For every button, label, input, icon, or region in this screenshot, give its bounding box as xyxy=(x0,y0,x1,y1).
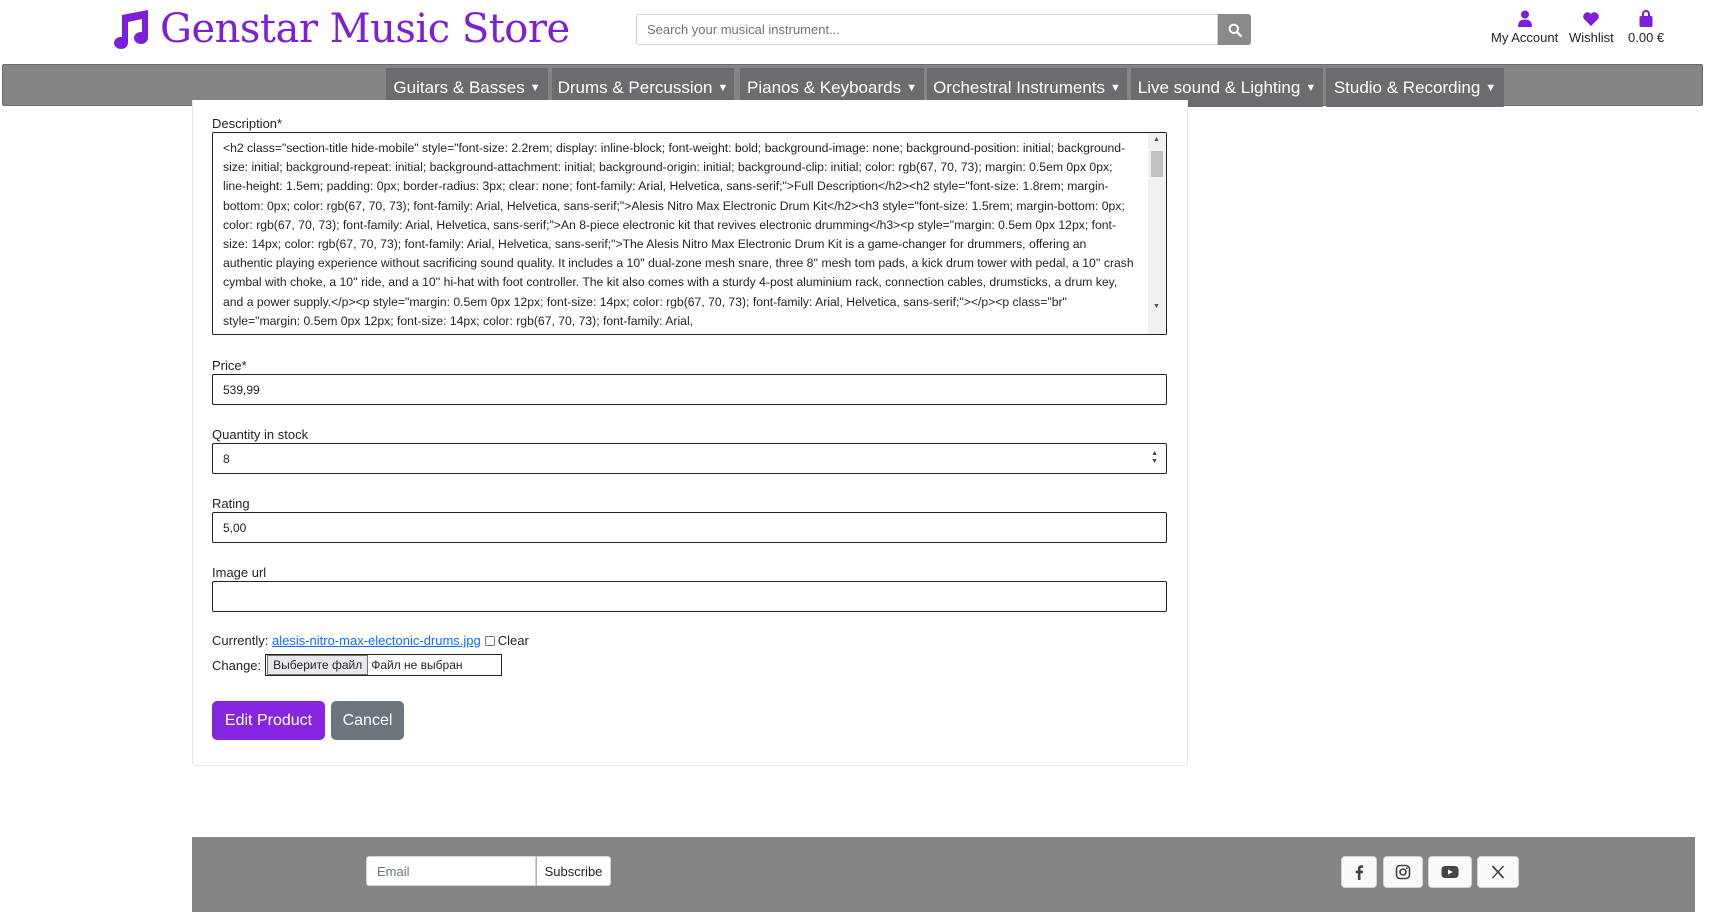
price-label: Price* xyxy=(212,358,247,373)
store-name: Genstar Music Store xyxy=(160,6,570,52)
nav-label: Studio & Recording xyxy=(1333,77,1481,97)
nav-label: Drums & Percussion xyxy=(557,77,713,97)
caret-down-icon: ▼ xyxy=(1110,81,1121,94)
user-icon xyxy=(1517,10,1532,27)
rating-input[interactable]: 5,00 xyxy=(212,512,1167,543)
instagram-button[interactable] xyxy=(1383,856,1423,888)
search-bar xyxy=(636,14,1251,45)
nav-label: Live sound & Lighting xyxy=(1137,77,1301,97)
search-input[interactable] xyxy=(636,14,1218,45)
rating-label: Rating xyxy=(212,496,250,511)
cart-link[interactable]: 0.00 € xyxy=(1628,10,1664,45)
cart-total: 0.00 € xyxy=(1628,30,1665,45)
my-account-link[interactable]: My Account xyxy=(1491,10,1558,45)
edit-product-button[interactable]: Edit Product xyxy=(212,701,325,740)
description-label: Description* xyxy=(212,116,283,131)
rating-value: 5,00 xyxy=(223,520,247,535)
email-field[interactable] xyxy=(366,856,536,886)
change-image: Change: Выберите файл Файл не выбран xyxy=(212,654,503,676)
site-header: Genstar Music Store My Account Wishlist … xyxy=(0,0,1709,64)
caret-down-icon: ▼ xyxy=(906,81,917,94)
description-scrollbar[interactable]: ▲ ▼ xyxy=(1148,133,1166,334)
nav-label: Orchestral Instruments xyxy=(933,77,1106,97)
image-url-label: Image url xyxy=(212,565,267,580)
image-url-input[interactable] xyxy=(212,581,1167,612)
scroll-down-icon[interactable]: ▼ xyxy=(1153,303,1160,310)
x-twitter-button[interactable] xyxy=(1477,856,1519,888)
store-logo[interactable]: Genstar Music Store xyxy=(108,6,570,52)
wishlist-label: Wishlist xyxy=(1569,30,1614,45)
scroll-up-icon[interactable]: ▲ xyxy=(1153,136,1160,143)
clear-checkbox[interactable] xyxy=(484,636,495,646)
choose-file-button[interactable]: Выберите файл xyxy=(267,655,369,675)
quantity-input[interactable]: 8 ▲ ▼ xyxy=(212,443,1167,474)
subscribe-button[interactable]: Subscribe xyxy=(536,856,611,886)
no-file-label: Файл не выбран xyxy=(371,658,463,672)
search-button[interactable] xyxy=(1218,14,1251,45)
current-image: Currently: alesis-nitro-max-electonic-dr… xyxy=(212,633,529,648)
facebook-icon xyxy=(1355,865,1364,880)
my-account-label: My Account xyxy=(1491,30,1559,45)
caret-down-icon: ▼ xyxy=(1485,81,1497,94)
wishlist-link[interactable]: Wishlist xyxy=(1569,10,1614,45)
instagram-icon xyxy=(1395,864,1411,880)
quantity-label: Quantity in stock xyxy=(212,427,309,442)
scroll-thumb[interactable] xyxy=(1151,151,1163,177)
price-input[interactable]: 539,99 xyxy=(212,374,1167,405)
newsletter-form: Subscribe xyxy=(366,856,611,886)
current-image-link[interactable]: alesis-nitro-max-electonic-drums.jpg xyxy=(272,633,481,648)
youtube-button[interactable] xyxy=(1428,856,1472,888)
currently-label: Currently: xyxy=(212,633,269,648)
heart-icon xyxy=(1583,12,1600,26)
shopping-bag-icon xyxy=(1639,10,1653,27)
nav-label: Guitars & Basses xyxy=(393,77,525,97)
quantity-stepper[interactable]: ▲ ▼ xyxy=(1151,450,1158,466)
clear-label: Clear xyxy=(497,633,529,648)
caret-down-icon: ▼ xyxy=(1305,81,1317,94)
caret-down-icon: ▼ xyxy=(717,81,729,94)
music-note-icon xyxy=(114,10,148,49)
price-value: 539,99 xyxy=(223,382,260,397)
search-icon xyxy=(1228,23,1242,37)
cancel-button[interactable]: Cancel xyxy=(331,701,404,740)
quantity-value: 8 xyxy=(223,451,230,466)
file-input[interactable]: Выберите файл Файл не выбран xyxy=(265,654,503,676)
x-twitter-icon xyxy=(1491,865,1505,879)
change-label: Change: xyxy=(212,657,262,673)
nav-label: Pianos & Keyboards xyxy=(747,77,902,97)
description-textarea[interactable]: <h2 class="section-title hide-mobile" st… xyxy=(212,132,1167,335)
caret-down-icon: ▼ xyxy=(529,81,541,94)
facebook-button[interactable] xyxy=(1341,856,1377,888)
youtube-icon xyxy=(1441,866,1459,878)
nav-studio-recording[interactable]: Studio & Recording ▼ xyxy=(1326,68,1504,107)
